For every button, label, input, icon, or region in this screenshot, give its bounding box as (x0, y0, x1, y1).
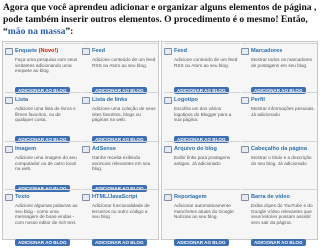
logo-icon (164, 96, 172, 104)
gadget-title: Feed (174, 48, 188, 54)
gadget-panel-right: Feed Adicione conteúdo de um feed RSS ou… (161, 41, 318, 246)
gadget-description: Mostrar todos os marcadores de postagens… (251, 57, 312, 68)
header-icon (241, 145, 249, 153)
gadget-profile: Perfil Mostrar informações pessoais. Já … (241, 92, 317, 128)
gadget-description: Adicionar funcionalidade de terceiros ou… (92, 203, 150, 220)
image-icon (5, 145, 13, 153)
poll-icon (5, 47, 13, 55)
intro-text: Agora que você aprendeu adicionar e orga… (3, 2, 317, 38)
intro-after: ”: (65, 26, 74, 37)
gadget-description: Adicione uma lista de livros e filmes fa… (15, 106, 76, 123)
gadget-title: Lista (15, 97, 29, 103)
gadget-title: Reportagem (174, 194, 207, 200)
labels-icon (241, 47, 249, 55)
gadget-description: Ganhe receita exibindo anúncios relevant… (92, 155, 151, 172)
gadget-news: Reportagem Adicionar automaticamente man… (164, 189, 240, 249)
gadget-feed: Feed Adicione conteúdo de um feed RSS ou… (164, 43, 240, 97)
news-icon (164, 193, 172, 201)
feed-icon (82, 47, 90, 55)
gadget-poll: Enquete (Novo!) Faça uma pesquisa com se… (5, 43, 81, 97)
new-badge: (Novo!) (38, 48, 59, 54)
add-html-javascript-button[interactable]: ADICIONAR AO BLOG (92, 239, 147, 246)
gadget-title: Arquivo do blog (174, 146, 217, 152)
gadget-text: Texto Adicione algumas palavras ao seu b… (5, 189, 81, 249)
gadget-description: Mostrar informações pessoais. Já adicion… (251, 106, 315, 117)
gadget-image: Imagem Adicione uma imagem do seu comput… (5, 141, 81, 195)
adsense-icon (82, 145, 90, 153)
gadget-description: Exibir links para postagens antigas. Já … (174, 155, 231, 166)
gadget-title: Texto (15, 194, 30, 200)
gadget-description: Escolha um dos vários logotipos do Blogg… (174, 106, 232, 123)
list-icon (5, 96, 13, 104)
gadget-title: Lista de links (92, 97, 128, 103)
gadget-description: Adicione uma imagem do seu computador ou… (15, 155, 77, 172)
gadget-title: Marcadores (251, 48, 283, 54)
feed-icon (164, 47, 172, 55)
gadget-panel-left: Enquete (Novo!) Faça uma pesquisa com se… (2, 41, 159, 246)
gadget-title: Logotipo (174, 97, 198, 103)
gadget-title: HTML/JavaScript (92, 194, 138, 200)
gadget-description: Adicionar automaticamente manchetes atua… (174, 203, 234, 220)
gadget-title: AdSense (92, 146, 116, 152)
gadget-description: Exiba clipes do YouTube e do Google Víde… (251, 203, 313, 225)
profile-icon (241, 96, 249, 104)
gadget-page-header: Cabeçalho da página Mostrar o título e a… (241, 141, 317, 177)
gadget-description: Mostrar o título e a descrição do seu bl… (251, 155, 312, 166)
gadget-title: Perfil (251, 97, 265, 103)
gadget-description: Adicione conteúdo de um feed RSS ou Atom… (174, 57, 238, 68)
gadget-list: Lista Adicione uma lista de livros e fil… (5, 92, 81, 146)
link-list-icon (82, 96, 90, 104)
gadget-title: Cabeçalho da página (251, 146, 307, 152)
gadget-description: Adicione conteúdo de um feed RSS ou Atom… (92, 57, 156, 68)
archive-icon (164, 145, 172, 153)
gadget-description: Faça uma pesquisa com seus visitantes ad… (15, 57, 78, 74)
add-text-button[interactable]: ADICIONAR AO BLOG (15, 239, 70, 246)
gadget-adsense: AdSense Ganhe receita exibindo anúncios … (82, 141, 158, 195)
html-javascript-icon (82, 193, 90, 201)
gadget-html-javascript: HTML/JavaScript Adicionar funcionalidade… (82, 189, 158, 249)
gadget-title: Imagem (15, 146, 37, 152)
intro-highlight: mão na massa (7, 26, 66, 37)
gadget-video-bar: Barra de vídeo Exiba clipes do YouTube e… (241, 189, 317, 249)
gadget-logo: Logotipo Escolha um dos vários logotipos… (164, 92, 240, 146)
gadget-title: Barra de vídeo (251, 194, 290, 200)
text-icon (5, 193, 13, 201)
gadget-title: Enquete (Novo!) (15, 48, 59, 54)
gadget-link-list: Lista de links Adicione uma coleção de s… (82, 92, 158, 146)
video-icon (241, 193, 249, 201)
gadget-description: Adicione algumas palavras ao seu blog - … (15, 203, 78, 225)
gadget-feed: Feed Adicione conteúdo de um feed RSS ou… (82, 43, 158, 97)
gadget-description: Adicione uma coleção de seus sites favor… (92, 106, 156, 123)
add-video-bar-button[interactable]: ADICIONAR AO BLOG (251, 239, 306, 246)
gadget-labels: Marcadores Mostrar todos os marcadores d… (241, 43, 317, 97)
add-news-button[interactable]: ADICIONAR AO BLOG (174, 239, 229, 246)
gadget-title: Feed (92, 48, 106, 54)
gadget-blog-archive: Arquivo do blog Exibir links para postag… (164, 141, 240, 177)
